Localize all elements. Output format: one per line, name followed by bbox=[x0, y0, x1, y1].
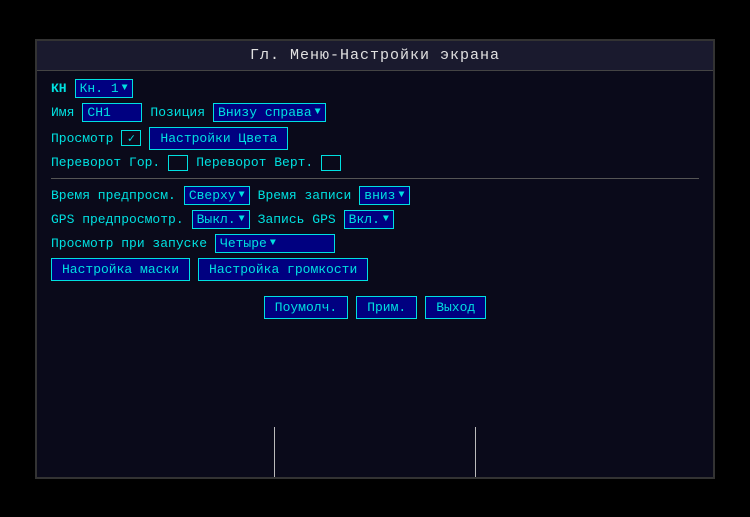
volume-settings-button[interactable]: Настройка громкости bbox=[198, 258, 368, 281]
preview-color-row: Просмотр ✓ Настройки Цвета bbox=[51, 127, 699, 150]
gps-preview-label: GPS предпросмотр. bbox=[51, 212, 184, 227]
separator-1 bbox=[51, 178, 699, 179]
record-time-arrow: ▼ bbox=[399, 190, 405, 201]
flip-h-label: Переворот Гор. bbox=[51, 155, 160, 170]
position-value: Внизу справа bbox=[218, 105, 312, 120]
gps-record-arrow: ▼ bbox=[383, 214, 389, 225]
color-settings-button[interactable]: Настройки Цвета bbox=[149, 127, 288, 150]
preview-time-arrow: ▼ bbox=[239, 190, 245, 201]
preview-label: Просмотр bbox=[51, 131, 113, 146]
gps-preview-arrow: ▼ bbox=[239, 214, 245, 225]
kn-label: КН bbox=[51, 81, 67, 96]
record-time-dropdown[interactable]: вниз ▼ bbox=[359, 186, 409, 205]
record-time-value: вниз bbox=[364, 188, 395, 203]
name-position-row: Имя CH1 Позиция Внизу справа ▼ bbox=[51, 103, 699, 122]
title-text: Гл. Меню-Настройки экрана bbox=[250, 47, 500, 64]
gps-row: GPS предпросмотр. Выкл. ▼ Запись GPS Вкл… bbox=[51, 210, 699, 229]
flip-v-checkbox[interactable] bbox=[321, 155, 341, 171]
kn-dropdown-arrow: ▼ bbox=[122, 83, 128, 94]
startup-label: Просмотр при запуске bbox=[51, 236, 207, 251]
preview-time-label: Время предпросм. bbox=[51, 188, 176, 203]
mask-volume-row: Настройка маски Настройка громкости bbox=[51, 258, 699, 281]
title-bar: Гл. Меню-Настройки экрана bbox=[37, 41, 713, 71]
startup-arrow: ▼ bbox=[270, 238, 276, 249]
name-input[interactable]: CH1 bbox=[82, 103, 142, 122]
position-dropdown[interactable]: Внизу справа ▼ bbox=[213, 103, 326, 122]
apply-button[interactable]: Прим. bbox=[356, 296, 417, 319]
gps-record-value: Вкл. bbox=[349, 212, 380, 227]
gps-preview-value: Выкл. bbox=[197, 212, 236, 227]
record-time-label: Время записи bbox=[258, 188, 352, 203]
preview-time-value: Сверху bbox=[189, 188, 236, 203]
preview-checkbox[interactable]: ✓ bbox=[121, 130, 141, 146]
startup-dropdown[interactable]: Четыре ▼ bbox=[215, 234, 335, 253]
startup-row: Просмотр при запуске Четыре ▼ bbox=[51, 234, 699, 253]
preview-time-dropdown[interactable]: Сверху ▼ bbox=[184, 186, 250, 205]
kn-value: Кн. 1 bbox=[80, 81, 119, 96]
flip-row: Переворот Гор. Переворот Верт. bbox=[51, 155, 699, 171]
default-button[interactable]: Поумолч. bbox=[264, 296, 348, 319]
position-dropdown-arrow: ▼ bbox=[315, 107, 321, 118]
kn-row: КН Кн. 1 ▼ bbox=[51, 79, 699, 98]
mask-settings-button[interactable]: Настройка маски bbox=[51, 258, 190, 281]
exit-button[interactable]: Выход bbox=[425, 296, 486, 319]
time-row: Время предпросм. Сверху ▼ Время записи в… bbox=[51, 186, 699, 205]
flip-h-checkbox[interactable] bbox=[168, 155, 188, 171]
gps-record-label: Запись GPS bbox=[258, 212, 336, 227]
main-screen: Гл. Меню-Настройки экрана КН Кн. 1 ▼ Имя… bbox=[35, 39, 715, 479]
flip-v-label: Переворот Верт. bbox=[196, 155, 313, 170]
position-label: Позиция bbox=[150, 105, 205, 120]
startup-value: Четыре bbox=[220, 236, 267, 251]
gps-record-dropdown[interactable]: Вкл. ▼ bbox=[344, 210, 394, 229]
name-label: Имя bbox=[51, 105, 74, 120]
gps-preview-dropdown[interactable]: Выкл. ▼ bbox=[192, 210, 250, 229]
content-area: КН Кн. 1 ▼ Имя CH1 Позиция Внизу справа … bbox=[37, 71, 713, 477]
kn-dropdown[interactable]: Кн. 1 ▼ bbox=[75, 79, 133, 98]
action-buttons-row: Поумолч. Прим. Выход bbox=[51, 296, 699, 319]
preview-check: ✓ bbox=[128, 131, 135, 146]
